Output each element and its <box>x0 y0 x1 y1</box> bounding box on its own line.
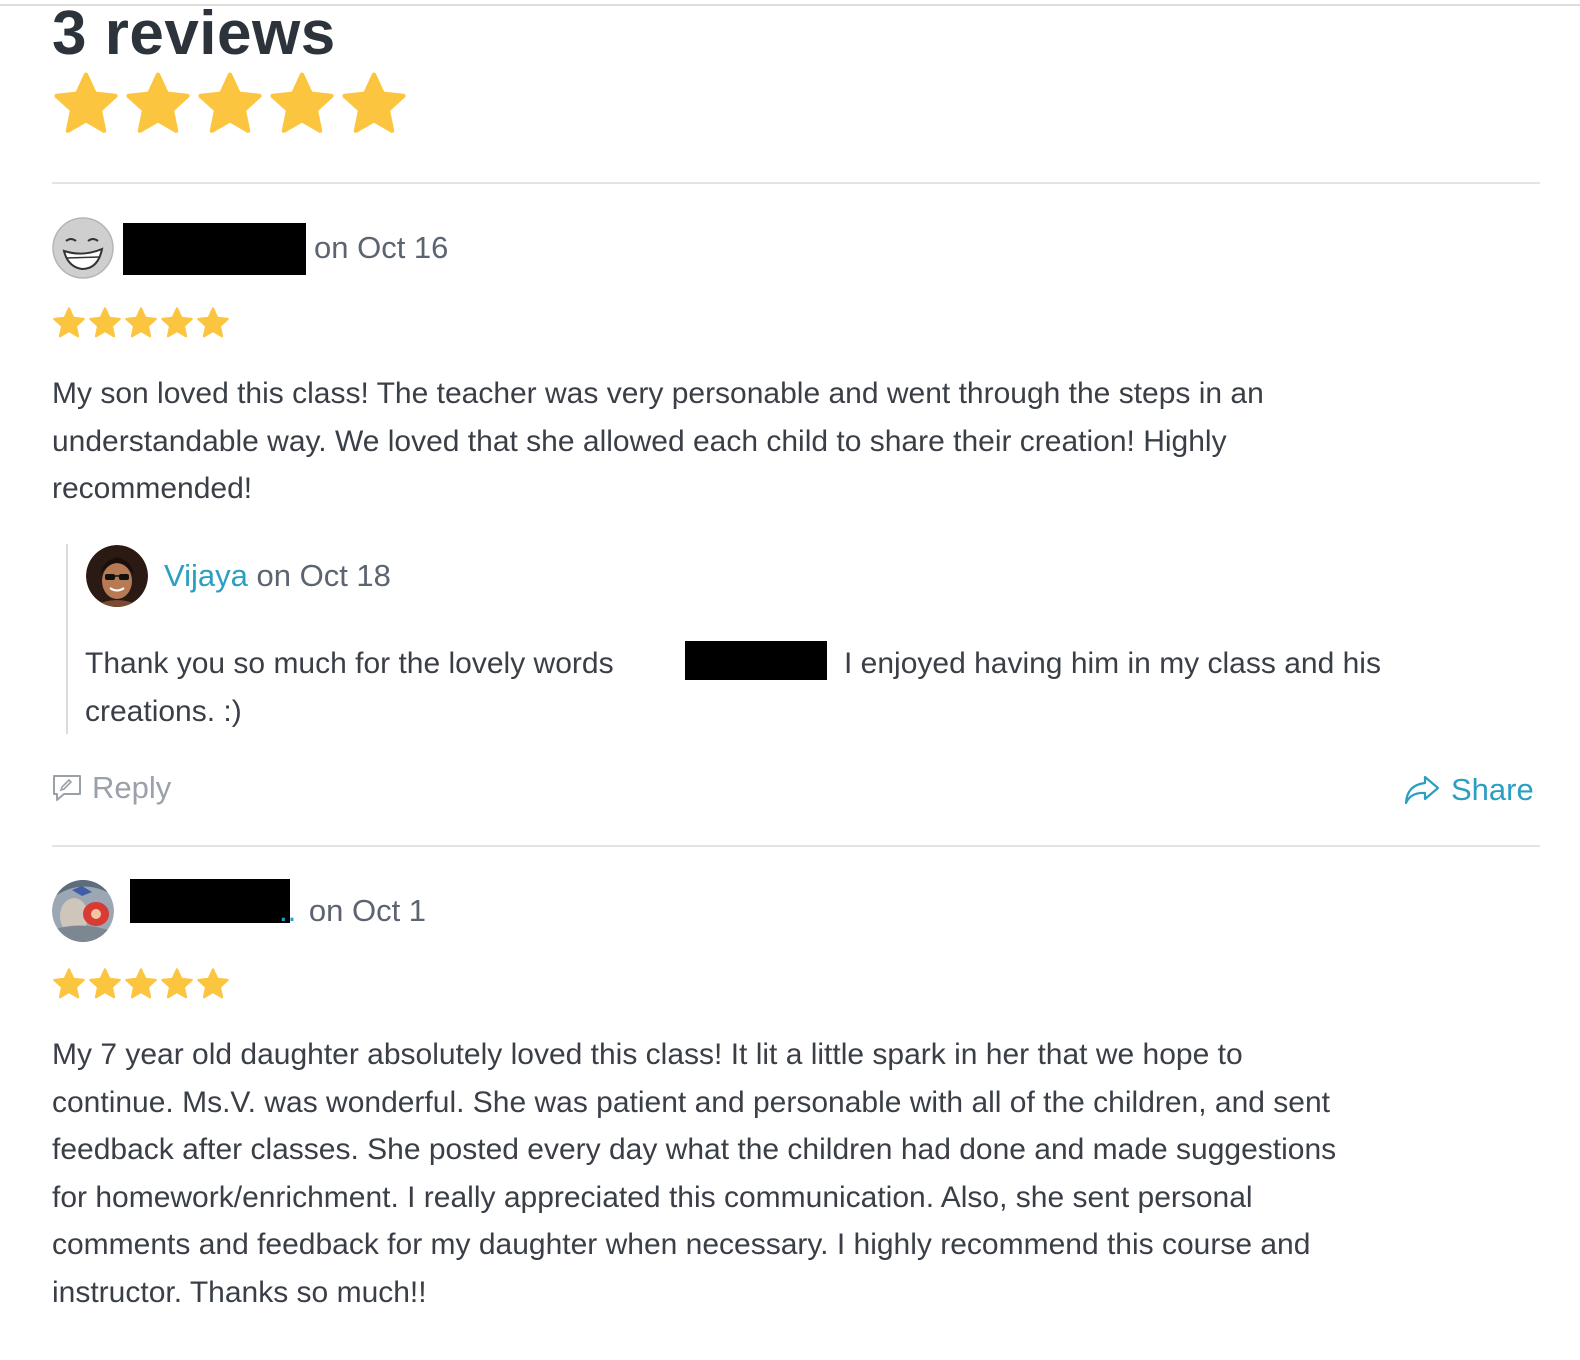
redacted-reviewer-name <box>130 879 290 923</box>
redacted-reviewer-name <box>123 223 306 275</box>
star-icon <box>197 307 229 338</box>
response-left-border <box>66 544 68 734</box>
reviewer-name-fragment[interactable]: .. <box>279 893 296 928</box>
share-button[interactable]: Share <box>1403 772 1534 808</box>
grinning-face-avatar-icon <box>52 217 114 279</box>
overall-rating-stars <box>52 70 408 136</box>
star-icon <box>161 307 193 338</box>
share-arrow-icon <box>1404 775 1440 805</box>
review-text-line: feedback after classes. She posted every… <box>52 1133 1337 1166</box>
star-icon <box>53 968 85 999</box>
review-rating-stars <box>52 306 230 339</box>
review-date: on Oct 16 <box>314 230 449 265</box>
redacted-child-name <box>685 641 827 680</box>
response-text-line: creations. :) <box>85 694 242 728</box>
teacher-avatar[interactable] <box>86 545 148 607</box>
teacher-name-link[interactable]: Vijaya <box>164 558 248 593</box>
reviews-count-heading: 3 reviews <box>52 0 336 68</box>
reviewer-avatar[interactable] <box>52 880 114 942</box>
star-icon <box>342 72 406 133</box>
star-icon <box>125 968 157 999</box>
review-text-line: recommended! <box>52 472 253 505</box>
response-text-part: I enjoyed having him in my class and his <box>844 647 1381 680</box>
response-text-part: Thank you so much for the lovely words <box>85 647 614 680</box>
star-icon <box>161 968 193 999</box>
star-icon <box>54 72 118 133</box>
review-name-and-date: .. on Oct 1 <box>279 893 426 929</box>
review-text-line: My 7 year old daughter absolutely loved … <box>52 1038 1243 1071</box>
reply-button[interactable]: Reply <box>52 770 171 806</box>
star-icon <box>89 307 121 338</box>
review-text-line: comments and feedback for my daughter wh… <box>52 1228 1311 1261</box>
review-rating-stars <box>52 967 230 1000</box>
review-text-line: for homework/enrichment. I really apprec… <box>52 1180 1253 1214</box>
review-text-line: continue. Ms.V. was wonderful. She was p… <box>52 1085 1331 1119</box>
review-text-line: My son loved this class! The teacher was… <box>52 377 1264 410</box>
star-icon <box>89 968 121 999</box>
section-divider <box>52 182 1540 184</box>
response-header: Vijaya on Oct 18 <box>164 558 391 594</box>
response-date: on Oct 18 <box>256 558 391 593</box>
reviewer-photo-icon <box>52 880 114 942</box>
star-icon <box>197 968 229 999</box>
review-text: My son loved this class! The teacher was… <box>52 370 1264 513</box>
reply-label: Reply <box>92 770 172 805</box>
review-text-line: instructor. Thanks so much!! <box>52 1275 427 1309</box>
teacher-photo-icon <box>86 545 148 607</box>
star-icon <box>270 72 334 133</box>
reviewer-avatar[interactable] <box>52 217 114 279</box>
review-divider <box>52 845 1540 847</box>
review-date: on Oct 1 <box>308 893 427 928</box>
star-icon <box>198 72 262 133</box>
review-text-line: understandable way. We loved that she al… <box>52 424 1227 458</box>
star-icon <box>53 307 85 338</box>
star-icon <box>125 307 157 338</box>
review-text: My 7 year old daughter absolutely loved … <box>52 1031 1336 1316</box>
comment-icon <box>53 775 81 801</box>
star-icon <box>126 72 190 133</box>
share-label: Share <box>1451 772 1534 807</box>
